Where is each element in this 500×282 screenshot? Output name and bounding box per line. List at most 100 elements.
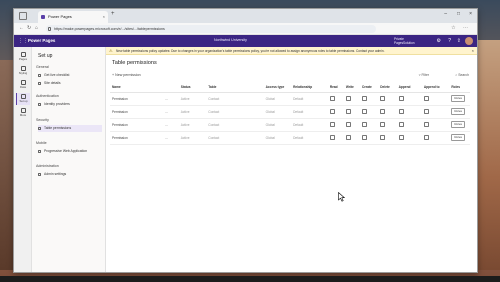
dismiss-banner-icon[interactable]: × — [472, 47, 474, 54]
col-name[interactable]: Name — [110, 83, 163, 93]
cell-create — [359, 105, 379, 119]
nav-item-table-permissions[interactable]: Table permissions — [38, 125, 102, 132]
create-checkbox[interactable] — [361, 135, 367, 140]
read-checkbox[interactable] — [329, 109, 335, 114]
identity-icon — [38, 103, 41, 106]
pwa-icon — [38, 150, 41, 153]
refresh-icon[interactable]: ↻ — [27, 25, 31, 31]
cell-table: Contact — [206, 92, 264, 106]
help-icon[interactable]: ? — [448, 38, 451, 44]
nav-item-identity-providers[interactable]: Identity providers — [38, 101, 102, 108]
environment-selector[interactable]: Northwind University — [214, 38, 247, 42]
home-icon[interactable]: ⌂ — [35, 25, 38, 31]
browser-toolbar-icons[interactable]: ☆ ⋯ — [451, 25, 471, 31]
table-row[interactable]: Permission ⋯ Active Contact Global Default Rol… — [110, 118, 470, 132]
append-to-checkbox[interactable] — [423, 109, 429, 114]
cell-write — [343, 118, 360, 132]
new-permission-button[interactable]: + New permission — [112, 73, 141, 77]
mouse-cursor-icon — [338, 192, 345, 202]
write-checkbox[interactable] — [345, 122, 351, 127]
cell-relationship: Default — [291, 105, 328, 119]
url-field[interactable]: https://make.powerpages.microsoft.com/e/… — [46, 25, 376, 33]
table-row[interactable]: Permission ⋯ Active Contact Global Default Rol… — [110, 105, 470, 119]
read-checkbox[interactable] — [329, 135, 335, 140]
browser-tab[interactable]: Power Pages × — [38, 11, 108, 23]
row-more-icon[interactable]: ⋯ — [162, 92, 179, 106]
cell-write — [343, 92, 360, 106]
cell-roles: Roles — [449, 118, 470, 132]
cell-name[interactable]: Permission — [110, 105, 163, 119]
close-window-icon[interactable]: × — [469, 11, 472, 17]
col-table[interactable]: Table — [206, 83, 264, 93]
banner-text: New table permissions policy updates: Du… — [116, 49, 385, 53]
create-checkbox[interactable] — [361, 122, 367, 127]
settings-icon[interactable]: ⚙ — [437, 38, 441, 44]
col-relationship[interactable]: Relationship — [291, 83, 328, 93]
table-header-row: Name Status Table Access type Relationsh… — [110, 83, 470, 93]
cell-status: Active — [178, 105, 207, 119]
roles-button[interactable]: Roles — [451, 121, 465, 128]
row-more-icon[interactable]: ⋯ — [162, 118, 179, 132]
checklist-icon — [38, 74, 41, 77]
cell-relationship: Default — [291, 92, 328, 106]
cell-append — [396, 118, 422, 132]
close-tab-icon[interactable]: × — [103, 11, 105, 23]
append-checkbox[interactable] — [398, 135, 404, 140]
cell-name[interactable]: Permission — [110, 118, 163, 132]
append-checkbox[interactable] — [398, 96, 404, 101]
cell-delete — [378, 131, 397, 145]
append-checkbox[interactable] — [398, 109, 404, 114]
minimize-icon[interactable]: – — [444, 11, 447, 17]
rail-item-pages[interactable]: Pages — [16, 51, 30, 63]
rail-item-more[interactable]: More — [16, 107, 30, 119]
rail-item-setup[interactable]: Set up — [16, 93, 30, 105]
roles-button[interactable]: Roles — [451, 108, 465, 115]
cell-name[interactable]: Permission — [110, 92, 163, 106]
delete-checkbox[interactable] — [380, 122, 386, 127]
policy-banner: ⚠ New table permissions policy updates: … — [106, 47, 477, 55]
append-to-checkbox[interactable] — [423, 96, 429, 101]
share-icon[interactable]: ⇪ — [457, 38, 461, 44]
create-checkbox[interactable] — [361, 96, 367, 101]
create-checkbox[interactable] — [361, 109, 367, 114]
write-checkbox[interactable] — [345, 96, 351, 101]
read-checkbox[interactable] — [329, 122, 335, 127]
roles-button[interactable]: Roles — [451, 134, 465, 141]
col-access-type[interactable]: Access type — [263, 83, 292, 93]
append-checkbox[interactable] — [398, 122, 404, 127]
maximize-icon[interactable]: □ — [457, 11, 460, 17]
nav-item-site-details[interactable]: Site details — [38, 80, 102, 87]
filter-button[interactable]: ▿ Filter — [419, 73, 429, 77]
rail-item-data[interactable]: Data — [16, 79, 30, 91]
nav-item-checklist[interactable]: Get live checklist — [38, 72, 102, 79]
append-to-checkbox[interactable] — [423, 135, 429, 140]
cell-append — [396, 92, 422, 106]
row-more-icon[interactable]: ⋯ — [162, 131, 179, 145]
avatar[interactable] — [465, 37, 473, 45]
wallpaper-rock-left — [0, 60, 14, 270]
table-row[interactable]: Permission ⋯ Active Contact Global Default Rol… — [110, 131, 470, 145]
delete-checkbox[interactable] — [380, 109, 386, 114]
col-status[interactable]: Status — [178, 83, 207, 93]
tab-actions-icon[interactable] — [19, 12, 27, 20]
app-launcher-icon[interactable]: ⋮⋮ — [18, 38, 28, 44]
delete-checkbox[interactable] — [380, 135, 386, 140]
row-more-icon[interactable]: ⋯ — [162, 105, 179, 119]
cell-roles: Roles — [449, 131, 470, 145]
back-icon[interactable]: ← — [19, 25, 24, 31]
cell-name[interactable]: Permission — [110, 131, 163, 145]
search-input[interactable]: ⌕ Search — [455, 73, 469, 77]
cell-table: Contact — [206, 131, 264, 145]
nav-item-pwa[interactable]: Progressive Web Application — [38, 148, 102, 155]
new-tab-icon[interactable]: + — [111, 11, 115, 17]
write-checkbox[interactable] — [345, 135, 351, 140]
append-to-checkbox[interactable] — [423, 122, 429, 127]
rail-item-styling[interactable]: Styling — [16, 65, 30, 77]
nav-item-admin-settings[interactable]: Admin settings — [38, 171, 102, 178]
table-row[interactable]: Permission ⋯ Active Contact Global Default Rol… — [110, 92, 470, 106]
read-checkbox[interactable] — [329, 96, 335, 101]
write-checkbox[interactable] — [345, 109, 351, 114]
delete-checkbox[interactable] — [380, 96, 386, 101]
cell-append — [396, 105, 422, 119]
roles-button[interactable]: Roles — [451, 95, 465, 102]
